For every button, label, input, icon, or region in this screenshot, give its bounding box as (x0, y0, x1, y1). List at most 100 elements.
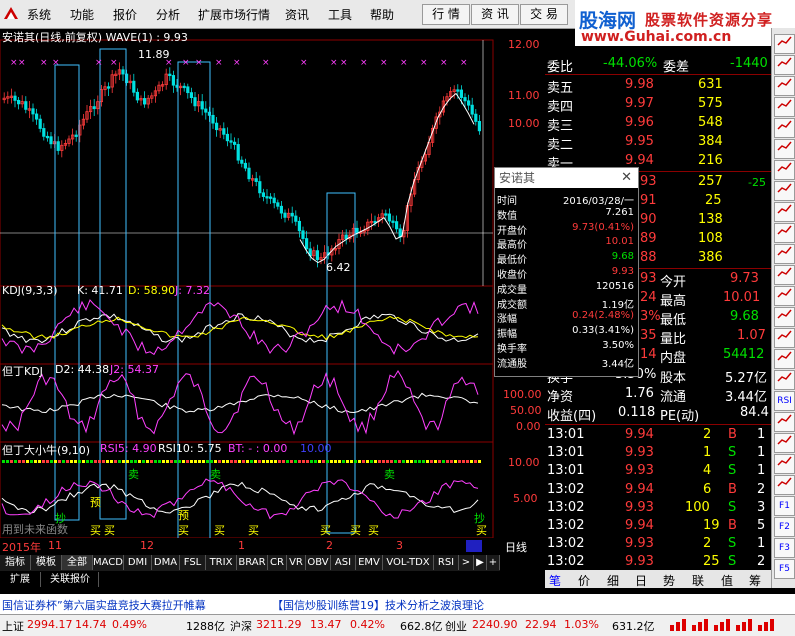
tab-day[interactable]: 日 (635, 572, 647, 589)
tab-vr[interactable]: VR (287, 555, 306, 570)
stat-left-2: 24 (640, 290, 657, 305)
toolbar-chart-icon[interactable] (774, 433, 795, 453)
tab-link[interactable]: 联 (692, 572, 704, 589)
tab-trix[interactable]: TRIX (206, 555, 237, 570)
tab-trend[interactable]: 势 (663, 572, 675, 589)
nav-next-button[interactable]: ▶ (474, 555, 487, 570)
tab-related-quote[interactable]: 关联报价 (42, 572, 99, 587)
toolbar-chart-icon[interactable] (774, 370, 795, 390)
tab-cr[interactable]: CR (268, 555, 287, 570)
menu-help[interactable]: 帮助 (370, 6, 394, 23)
menu-extended-market[interactable]: 扩展市场行情 (198, 6, 270, 23)
ticker-left[interactable]: 国信证券杯”第六届实盘竞技大赛拉开帷幕 (2, 597, 206, 613)
tab-market[interactable]: 行 情 (422, 4, 470, 25)
tab-macd[interactable]: MACD (93, 555, 124, 570)
toolbar-f5-button[interactable]: F5 (774, 559, 795, 579)
tab-dma[interactable]: DMA (152, 555, 180, 570)
menu-analysis[interactable]: 分析 (156, 6, 180, 23)
bid-4-price[interactable]: 89 (640, 231, 657, 246)
menu-function[interactable]: 功能 (70, 6, 94, 23)
toolbar-chart-icon[interactable] (774, 454, 795, 474)
tab-vol-tdx[interactable]: VOL-TDX (383, 555, 434, 570)
fin-eps-label: 收益(四) (547, 409, 597, 424)
tab-all[interactable]: 全部 (62, 555, 93, 570)
tab-trades[interactable]: 笔 (549, 572, 561, 589)
indicator-tab-bar: 指标 模板 全部 MACD DMI DMA FSL TRIX BRAR CR V… (0, 555, 500, 571)
tab-rsi[interactable]: RSI (434, 555, 459, 570)
toolbar-chart-icon[interactable] (774, 244, 795, 264)
dd-tick-100: 100.00 (503, 388, 542, 401)
menu-info[interactable]: 资讯 (285, 6, 309, 23)
tab-news[interactable]: 资 讯 (471, 4, 519, 25)
date-month-1: 1 (238, 539, 245, 552)
toolbar-chart-icon[interactable] (774, 412, 795, 432)
bid-1-price[interactable]: 93 (640, 174, 657, 189)
sz-change: 13.47 (310, 618, 342, 631)
ticker-right[interactable]: 【国信炒股训练营19】技术分析之波浪理论 (272, 597, 484, 613)
toolbar-chart-icon[interactable] (774, 139, 795, 159)
toolbar-chart-icon[interactable] (774, 349, 795, 369)
news-ticker: 国信证券杯”第六届实盘竞技大赛拉开帷幕 【国信炒股训练营19】技术分析之波浪理论 (0, 594, 795, 614)
tab-more[interactable]: > (459, 555, 474, 570)
tab-fsl[interactable]: FSL (180, 555, 206, 570)
signal-dot (310, 460, 313, 463)
toolbar-chart-icon[interactable] (774, 286, 795, 306)
tab-template[interactable]: 模板 (31, 555, 62, 570)
signal-dot (46, 460, 49, 463)
toolbar-chart-icon[interactable] (774, 97, 795, 117)
ask-2-price[interactable]: 9.95 (625, 134, 654, 149)
tab-extended[interactable]: 扩展 (0, 572, 41, 587)
bid-2-price[interactable]: 91 (640, 193, 657, 208)
ask-3-price[interactable]: 9.96 (625, 115, 654, 130)
menu-tools[interactable]: 工具 (328, 6, 352, 23)
toolbar-chart-icon[interactable] (774, 223, 795, 243)
ask-1-price[interactable]: 9.94 (625, 153, 654, 168)
toolbar-f1-button[interactable]: F1 (774, 496, 795, 516)
candle-body (474, 113, 478, 122)
toolbar-chart-icon[interactable] (774, 202, 795, 222)
tab-asi[interactable]: ASI (331, 555, 356, 570)
tab-detail[interactable]: 细 (607, 572, 619, 589)
toolbar-chart-icon[interactable] (774, 160, 795, 180)
fin-float-value: 3.44亿 (725, 390, 767, 405)
tab-value[interactable]: 值 (721, 572, 733, 589)
toolbar-chart-icon[interactable] (774, 55, 795, 75)
crosshair-info-popup[interactable]: 安诺其 ✕ 时间 2016/03/28/一 数值 7.261 开盘价 9.73(0.41%… (494, 167, 639, 377)
bid-3-price[interactable]: 90 (640, 212, 657, 227)
toolbar-chart-icon[interactable] (774, 265, 795, 285)
toolbar-chart-icon[interactable] (774, 118, 795, 138)
tab-indicator[interactable]: 指标 (0, 555, 31, 570)
fin-capital-label: 股本 (660, 371, 687, 386)
menu-quote[interactable]: 报价 (113, 6, 137, 23)
kline-chart-area[interactable]: × × × × × × × × × × × × × × × × × × × × × 安诺其(日线,前复权) WAVE(1… (0, 28, 545, 555)
zoom-in-button[interactable]: + (487, 555, 500, 570)
app-logo-icon[interactable] (3, 5, 19, 21)
toolbar-f2-button[interactable]: F2 (774, 517, 795, 537)
popup-header[interactable]: 安诺其 ✕ (495, 168, 638, 188)
toolbar-chart-icon[interactable] (774, 34, 795, 54)
toolbar-chart-icon[interactable] (774, 76, 795, 96)
menu-system[interactable]: 系统 (27, 6, 51, 23)
tab-obv[interactable]: OBV (306, 555, 331, 570)
ask-4-price[interactable]: 9.97 (625, 96, 654, 111)
toolbar-rsi-button[interactable]: RSI (774, 391, 795, 411)
bid-5-price[interactable]: 88 (640, 250, 657, 265)
tab-trade[interactable]: 交 易 (520, 4, 568, 25)
scroll-thumb[interactable] (466, 540, 482, 552)
tab-price[interactable]: 价 (578, 572, 590, 589)
close-icon[interactable]: ✕ (621, 168, 632, 188)
tab-brar[interactable]: BRAR (237, 555, 268, 570)
period-daily-button[interactable]: 日线 (505, 539, 527, 555)
toolbar-chart-icon[interactable] (774, 475, 795, 495)
tab-emv[interactable]: EMV (356, 555, 383, 570)
tab-chips[interactable]: 筹 (749, 572, 761, 589)
toolbar-chart-icon[interactable] (774, 328, 795, 348)
ask-5-price[interactable]: 9.98 (625, 77, 654, 92)
toolbar-f3-button[interactable]: F3 (774, 538, 795, 558)
candle-body (391, 220, 395, 223)
signal-dot (122, 460, 125, 463)
toolbar-chart-icon[interactable] (774, 181, 795, 201)
tab-dmi[interactable]: DMI (124, 555, 152, 570)
price-tick-11: 11.00 (508, 89, 540, 102)
toolbar-chart-icon[interactable] (774, 307, 795, 327)
